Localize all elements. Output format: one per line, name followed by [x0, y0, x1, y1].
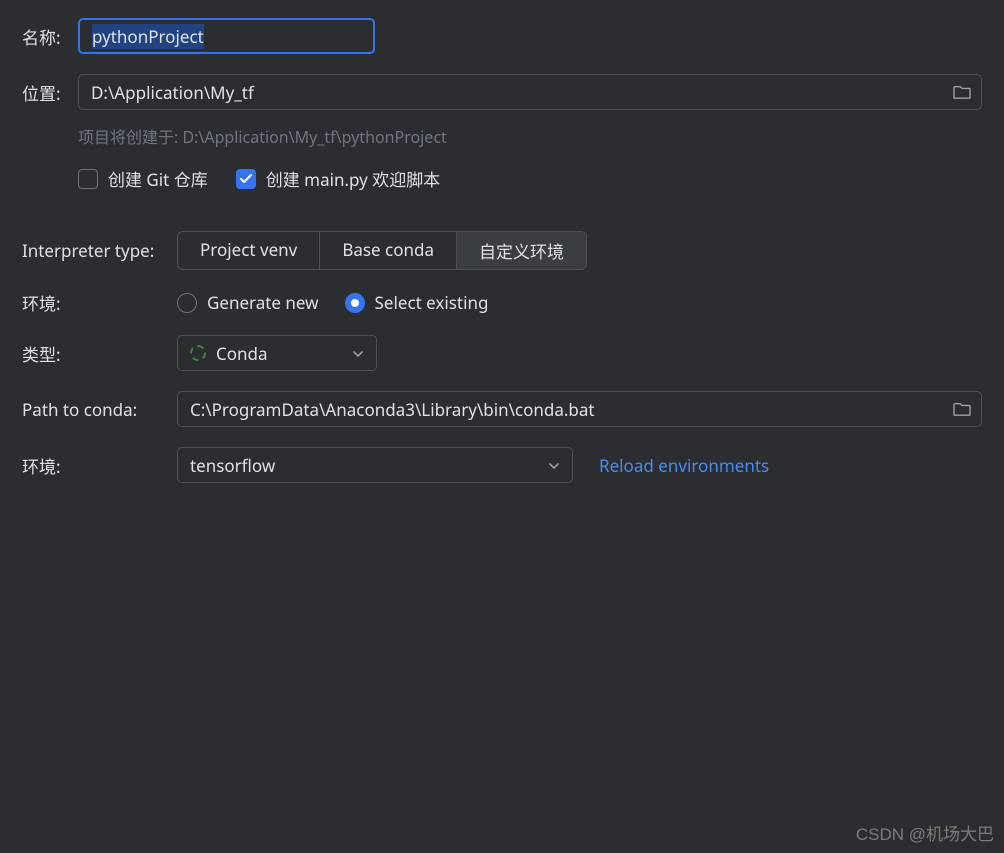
- radio-generate-new[interactable]: Generate new: [177, 291, 319, 314]
- mainpy-checkbox-label: 创建 main.py 欢迎脚本: [266, 166, 441, 191]
- radio-generate-new-label: Generate new: [207, 291, 319, 314]
- conda-path-label: Path to conda:: [22, 398, 177, 421]
- radio-checked-icon: [345, 293, 365, 313]
- watermark: CSDN @机场大巴: [856, 820, 994, 845]
- seg-base-conda[interactable]: Base conda: [320, 232, 457, 269]
- name-input[interactable]: pythonProject: [78, 18, 375, 54]
- mainpy-checkbox[interactable]: 创建 main.py 欢迎脚本: [236, 166, 441, 191]
- git-checkbox-label: 创建 Git 仓库: [108, 166, 208, 191]
- location-input[interactable]: D:\Application\My_tf: [78, 74, 982, 110]
- chevron-down-icon: [548, 454, 560, 477]
- interpreter-type-segmented: Project venv Base conda 自定义环境: [177, 231, 587, 270]
- folder-icon[interactable]: [953, 84, 971, 100]
- git-checkbox[interactable]: 创建 Git 仓库: [78, 166, 208, 191]
- checkbox-unchecked-icon: [78, 169, 98, 189]
- chevron-down-icon: [352, 342, 364, 365]
- env-select-value: tensorflow: [190, 454, 275, 477]
- interpreter-type-label: Interpreter type:: [22, 239, 177, 262]
- folder-icon[interactable]: [953, 401, 971, 417]
- name-label: 名称:: [22, 24, 78, 49]
- seg-custom-env[interactable]: 自定义环境: [457, 232, 586, 269]
- conda-icon: [190, 345, 206, 361]
- type-select[interactable]: Conda: [177, 335, 377, 371]
- conda-path-input[interactable]: C:\ProgramData\Anaconda3\Library\bin\con…: [177, 391, 982, 427]
- reload-environments-link[interactable]: Reload environments: [599, 454, 769, 477]
- location-value: D:\Application\My_tf: [91, 81, 254, 104]
- helper-text: 项目将创建于: D:\Application\My_tf\pythonProje…: [78, 124, 982, 148]
- location-label: 位置:: [22, 80, 78, 105]
- type-select-value: Conda: [216, 342, 268, 365]
- name-value: pythonProject: [92, 24, 204, 49]
- seg-project-venv[interactable]: Project venv: [178, 232, 320, 269]
- env-select[interactable]: tensorflow: [177, 447, 573, 483]
- env-mode-label: 环境:: [22, 290, 177, 315]
- checkbox-checked-icon: [236, 169, 256, 189]
- conda-path-value: C:\ProgramData\Anaconda3\Library\bin\con…: [190, 398, 595, 421]
- env-select-label: 环境:: [22, 453, 177, 478]
- radio-unchecked-icon: [177, 293, 197, 313]
- radio-select-existing-label: Select existing: [375, 291, 489, 314]
- radio-select-existing[interactable]: Select existing: [345, 291, 489, 314]
- type-label: 类型:: [22, 341, 177, 366]
